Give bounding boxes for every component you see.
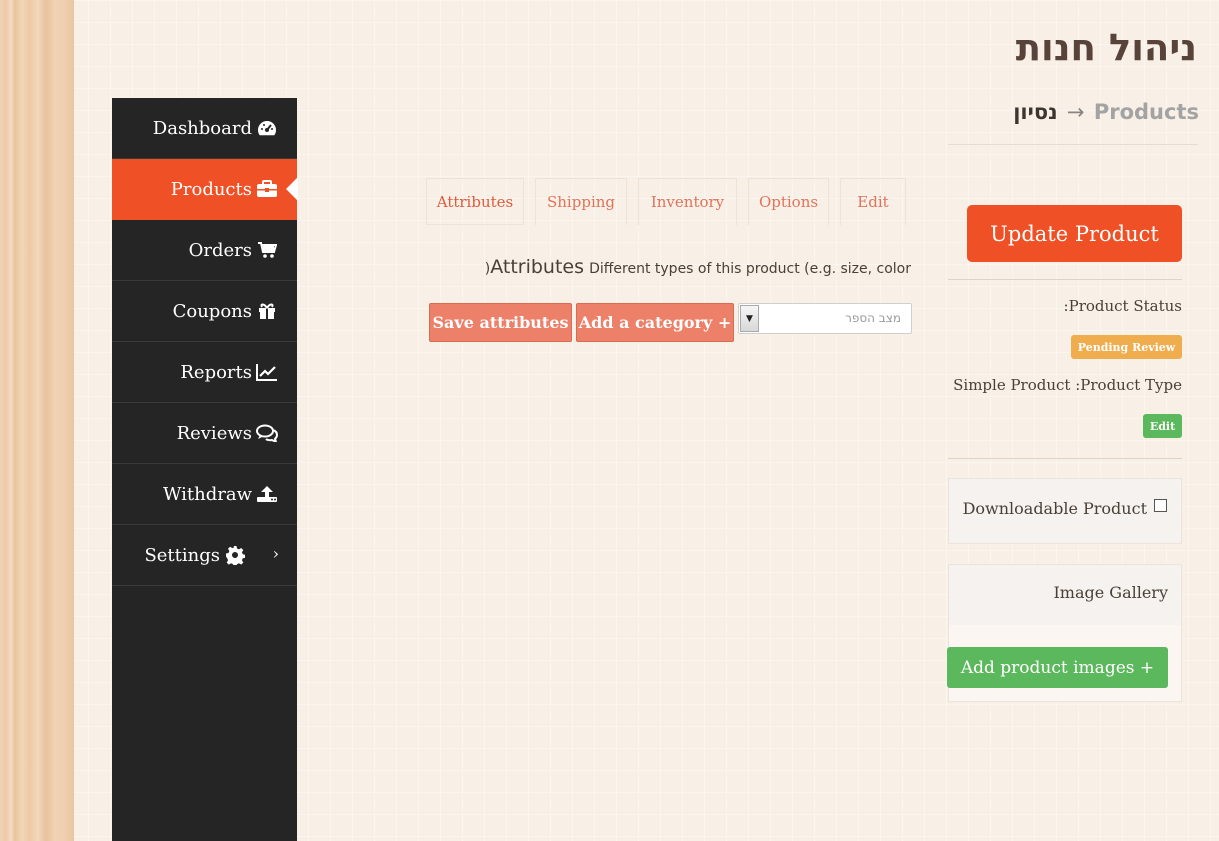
tab-edit[interactable]: Edit — [840, 178, 906, 225]
sidebar-item-reports[interactable]: Reports — [112, 342, 297, 403]
sidebar-item-label: Reports — [180, 361, 252, 383]
downloadable-product-checkbox[interactable] — [1154, 499, 1167, 512]
attributes-heading-title: Attributes — [490, 256, 585, 278]
sidebar-item-label: Reviews — [176, 422, 252, 444]
gift-icon — [256, 301, 278, 321]
chevron-right-icon[interactable]: › — [273, 544, 279, 563]
gear-icon — [224, 545, 246, 565]
sidebar-item-withdraw[interactable]: Withdraw — [112, 464, 297, 525]
status-badge: Pending Review — [1071, 335, 1182, 359]
tab-attributes[interactable]: Attributes — [426, 178, 524, 225]
save-attributes-button[interactable]: Save attributes — [429, 303, 572, 342]
divider — [948, 458, 1182, 459]
sidebar-item-label: Dashboard — [152, 117, 252, 139]
cart-icon — [256, 240, 278, 260]
sidebar-item-products[interactable]: Products — [112, 159, 298, 220]
add-category-button[interactable]: Add a category + — [576, 303, 734, 342]
sidebar-item-label: Orders — [188, 239, 252, 261]
attributes-heading: )Attributes Different types of this prod… — [485, 256, 911, 278]
tab-shipping[interactable]: Shipping — [535, 178, 627, 225]
comments-icon — [256, 423, 278, 443]
breadcrumb-divider — [948, 144, 1198, 145]
breadcrumb-arrow: → — [1066, 100, 1085, 124]
sidebar-item-settings[interactable]: Settings › — [112, 525, 297, 586]
chart-line-icon — [256, 362, 278, 382]
product-status-label: :Product Status — [1063, 297, 1182, 315]
sidebar-item-orders[interactable]: Orders — [112, 220, 297, 281]
select-placeholder: מצב הספר — [845, 311, 901, 325]
update-product-button[interactable]: Update Product — [967, 205, 1182, 262]
tab-options[interactable]: Options — [748, 178, 829, 225]
sidebar-item-label: Coupons — [172, 300, 252, 322]
sidebar-nav: Dashboard Products Orders Coupons Report… — [112, 98, 298, 841]
briefcase-icon — [256, 179, 278, 199]
downloadable-product-label: Downloadable Product — [962, 499, 1147, 518]
tab-inventory[interactable]: Inventory — [638, 178, 737, 225]
sidebar-item-label: Withdraw — [162, 483, 252, 505]
select-dropdown-arrow-icon[interactable]: ▼ — [740, 305, 759, 332]
sidebar-item-label: Products — [170, 178, 252, 200]
add-product-images-button[interactable]: Add product images + — [947, 647, 1168, 688]
page-title: ניהול חנות — [1015, 26, 1197, 69]
sidebar-item-coupons[interactable]: Coupons — [112, 281, 297, 342]
breadcrumb: נסיון → Products — [1013, 100, 1199, 124]
wood-texture-border — [0, 0, 74, 841]
dashboard-icon — [256, 118, 278, 138]
image-gallery-label: Image Gallery — [1053, 583, 1168, 602]
attribute-category-select[interactable]: ▼ מצב הספר — [738, 303, 912, 334]
attributes-heading-description: Different types of this product (e.g. si… — [589, 261, 911, 277]
sidebar-item-label: Settings — [144, 544, 220, 566]
breadcrumb-link-products[interactable]: Products — [1094, 100, 1199, 124]
sidebar-item-reviews[interactable]: Reviews — [112, 403, 297, 464]
edit-type-button[interactable]: Edit — [1143, 414, 1182, 438]
product-type-label: Simple Product :Product Type — [953, 376, 1182, 394]
sidebar-item-dashboard[interactable]: Dashboard — [112, 98, 297, 159]
divider — [948, 279, 1182, 280]
downloadable-product-box: Downloadable Product — [948, 478, 1182, 544]
upload-icon — [256, 484, 278, 504]
breadcrumb-current: נסיון — [1013, 100, 1058, 124]
